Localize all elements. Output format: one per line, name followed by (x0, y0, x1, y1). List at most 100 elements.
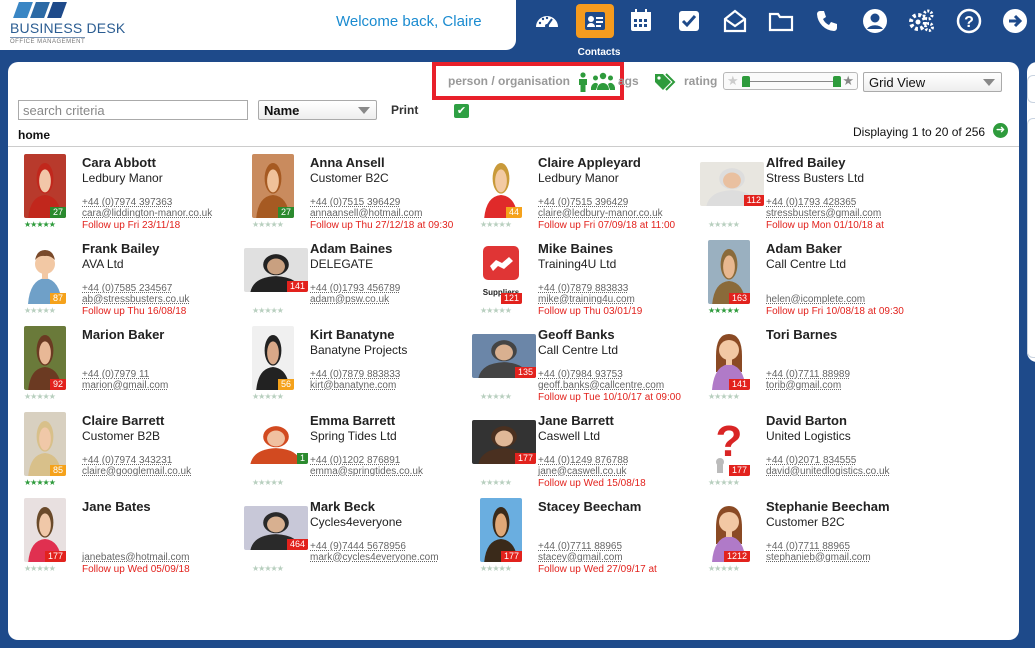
contact-card[interactable]: 1212 ★★★★★ Stephanie Beecham Customer B2… (700, 496, 928, 582)
contact-email[interactable]: marion@gmail.com (82, 380, 168, 391)
avatar[interactable]: 177 (24, 498, 66, 562)
avatar[interactable]: 177 (472, 420, 536, 464)
avatar[interactable]: 27 (24, 154, 66, 218)
settings-icon[interactable] (902, 4, 940, 38)
contact-email[interactable]: ab@stressbusters.co.uk (82, 294, 189, 305)
contact-phone[interactable]: +44 (0)7711 88965 (766, 541, 850, 552)
avatar[interactable]: 92 (24, 326, 66, 390)
contact-name[interactable]: Mike Baines (538, 241, 613, 256)
logout-icon[interactable] (996, 4, 1034, 38)
contact-email[interactable]: helen@icomplete.com (766, 294, 865, 305)
contact-email[interactable]: mike@training4u.com (538, 294, 635, 305)
breadcrumb[interactable]: home (18, 128, 50, 142)
contact-card[interactable]: 141 ★★★★★ Tori Barnes +44 (0)7711 88989 … (700, 324, 928, 410)
contact-phone[interactable]: +44 (9)7444 5678956 (310, 541, 406, 552)
contact-phone[interactable]: +44 (0)1793 428365 (766, 197, 856, 208)
contact-card[interactable]: 141 ★★★★★ Adam Baines DELEGATE +44 (0)17… (244, 238, 472, 324)
contact-phone[interactable]: +44 (0)7515 396429 (538, 197, 628, 208)
avatar[interactable]: 141 (244, 248, 308, 292)
contact-name[interactable]: Jane Barrett (538, 413, 614, 428)
contact-email[interactable]: adam@psw.co.uk (310, 294, 389, 305)
contact-name[interactable]: Adam Baker (766, 241, 842, 256)
contact-name[interactable]: Tori Barnes (766, 327, 837, 342)
avatar[interactable]: ? 177 (708, 412, 750, 476)
contact-name[interactable]: David Barton (766, 413, 847, 428)
contact-name[interactable]: Frank Bailey (82, 241, 159, 256)
phone-icon[interactable] (808, 4, 846, 38)
contact-email[interactable]: cara@liddington-manor.co.uk (82, 208, 212, 219)
contact-email[interactable]: claire@googlemail.co.uk (82, 466, 191, 477)
avatar[interactable]: 1 (244, 420, 308, 464)
contact-phone[interactable]: +44 (0)1249 876788 (538, 455, 628, 466)
contact-card[interactable]: 177 ★★★★★ Jane Barrett Caswell Ltd +44 (… (472, 410, 700, 496)
contact-card[interactable]: 177 ★★★★★ Jane Bates janebates@hotmail.c… (16, 496, 244, 582)
person-icon[interactable] (577, 72, 589, 92)
contact-card[interactable]: 87 ★★★★★ Frank Bailey AVA Ltd +44 (0)758… (16, 238, 244, 324)
contact-email[interactable]: mark@cycles4everyone.com (310, 552, 439, 563)
contact-phone[interactable]: +44 (0)7879 883833 (310, 369, 400, 380)
avatar[interactable]: 112 (700, 162, 764, 206)
contact-card[interactable]: 112 ★★★★★ Alfred Bailey Stress Busters L… (700, 152, 928, 238)
contact-email[interactable]: kirt@banatyne.com (310, 380, 396, 391)
contact-phone[interactable]: +44 (0)7711 88989 (766, 369, 850, 380)
contact-phone[interactable]: +44 (0)1793 456789 (310, 283, 400, 294)
calendar-icon[interactable] (622, 4, 660, 38)
contacts-icon[interactable] (576, 4, 614, 38)
contact-card[interactable]: 177 ★★★★★ Stacey Beecham +44 (0)7711 889… (472, 496, 700, 582)
contact-email[interactable]: stephanieb@gmail.com (766, 552, 871, 563)
contact-card[interactable]: 27 ★★★★★ Anna Ansell Customer B2C +44 (0… (244, 152, 472, 238)
avatar[interactable]: 1212 (708, 498, 750, 562)
contact-email[interactable]: stressbusters@gmail.com (766, 208, 881, 219)
dashboard-icon[interactable] (528, 4, 566, 38)
contact-card[interactable]: ? 177 ★★★★★ David Barton United Logistic… (700, 410, 928, 496)
folder-icon[interactable] (762, 4, 800, 38)
contact-name[interactable]: Alfred Bailey (766, 155, 845, 170)
contact-card[interactable]: 27 ★★★★★ Cara Abbott Ledbury Manor +44 (… (16, 152, 244, 238)
contact-name[interactable]: Cara Abbott (82, 155, 156, 170)
contact-name[interactable]: Claire Appleyard (538, 155, 641, 170)
avatar[interactable]: 464 (244, 506, 308, 550)
contact-card[interactable]: 135 ★★★★★ Geoff Banks Call Centre Ltd +4… (472, 324, 700, 410)
avatar[interactable]: 44 (480, 154, 522, 218)
avatar[interactable]: 163 (708, 240, 750, 304)
contact-phone[interactable]: +44 (0)7984 93753 (538, 369, 623, 380)
avatar[interactable]: Suppliers 121 (480, 240, 522, 304)
contact-email[interactable]: david@unitedlogistics.co.uk (766, 466, 890, 477)
contact-name[interactable]: Stacey Beecham (538, 499, 641, 514)
contact-email[interactable]: annaansell@hotmail.com (310, 208, 422, 219)
avatar[interactable]: 177 (480, 498, 522, 562)
search-input[interactable] (18, 100, 248, 120)
contact-email[interactable]: torib@gmail.com (766, 380, 841, 391)
sort-by-select[interactable]: Name (258, 100, 377, 120)
avatar[interactable]: 141 (708, 326, 750, 390)
avatar[interactable]: 135 (472, 334, 536, 378)
avatar[interactable]: 27 (252, 154, 294, 218)
contact-card[interactable]: 1 ★★★★★ Emma Barrett Spring Tides Ltd +4… (244, 410, 472, 496)
contact-phone[interactable]: +44 (0)7515 396429 (310, 197, 400, 208)
rating-min-handle[interactable] (742, 76, 750, 87)
contact-card[interactable]: 464 ★★★★★ Mark Beck Cycles4everyone +44 … (244, 496, 472, 582)
contact-name[interactable]: Stephanie Beecham (766, 499, 890, 514)
contact-name[interactable]: Adam Baines (310, 241, 392, 256)
contact-name[interactable]: Emma Barrett (310, 413, 395, 428)
contact-card[interactable]: 44 ★★★★★ Claire Appleyard Ledbury Manor … (472, 152, 700, 238)
contact-email[interactable]: janebates@hotmail.com (82, 552, 189, 563)
rating-max-handle[interactable] (833, 76, 841, 87)
contact-name[interactable]: Mark Beck (310, 499, 375, 514)
contact-phone[interactable]: +44 (0)7585 234567 (82, 283, 172, 294)
contact-name[interactable]: Anna Ansell (310, 155, 385, 170)
app-logo[interactable]: BUSINESS DESK OFFICE MANAGEMENT (10, 2, 125, 45)
contact-phone[interactable]: +44 (0)7974 343231 (82, 455, 172, 466)
contact-phone[interactable]: +44 (0)7979 11 (82, 369, 149, 380)
contact-name[interactable]: Geoff Banks (538, 327, 615, 342)
tags-icon[interactable] (654, 73, 676, 91)
contact-name[interactable]: Claire Barrett (82, 413, 164, 428)
help-icon[interactable]: ? (950, 4, 988, 38)
contact-card[interactable]: 56 ★★★★★ Kirt Banatyne Banatyne Projects… (244, 324, 472, 410)
organisation-icon[interactable] (591, 72, 615, 92)
contact-card[interactable]: 85 ★★★★★ Claire Barrett Customer B2B +44… (16, 410, 244, 496)
contact-phone[interactable]: +44 (0)7974 397363 (82, 197, 172, 208)
rating-range-slider[interactable]: ★ ★ (723, 72, 858, 90)
contact-email[interactable]: jane@caswell.co.uk (538, 466, 627, 477)
view-mode-select[interactable]: Grid View (863, 72, 1002, 92)
